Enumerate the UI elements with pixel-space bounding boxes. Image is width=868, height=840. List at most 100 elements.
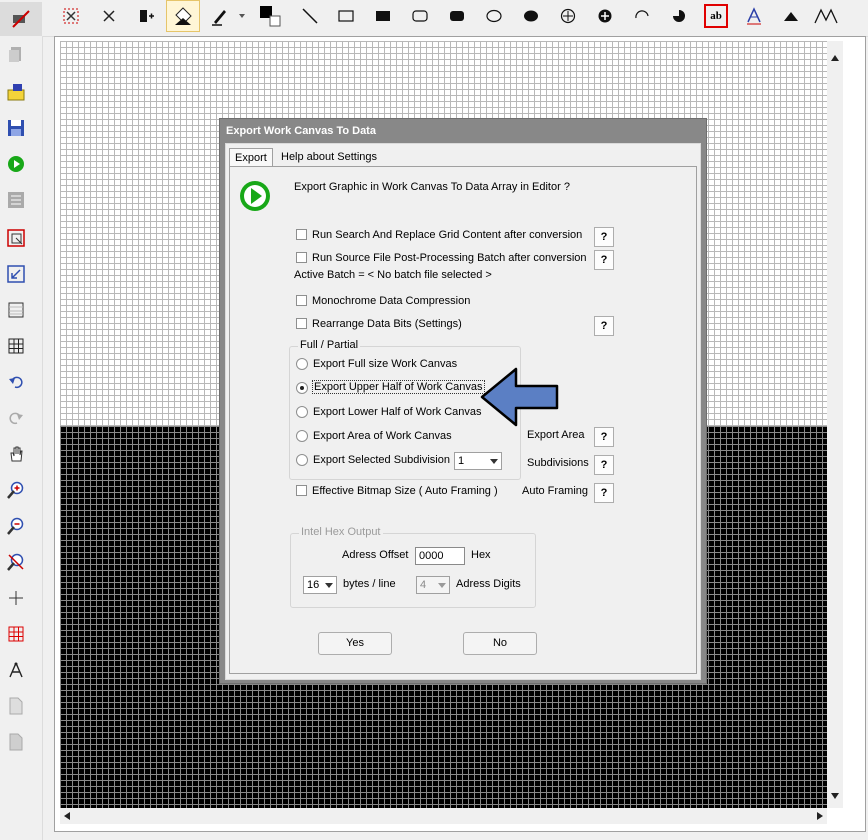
insert-text-icon[interactable]	[132, 2, 160, 30]
dialog-body: Export Help about Settings Export Graphi…	[225, 143, 701, 680]
bytes-per-line-value: 16	[307, 579, 320, 591]
address-digits-value: 4	[420, 579, 427, 591]
scroll-left-icon[interactable]	[64, 812, 70, 820]
filled-circle-cross-icon[interactable]	[591, 2, 619, 30]
no-button[interactable]: No	[463, 632, 537, 655]
subdivision-value: 1	[458, 455, 465, 467]
vertical-scrollbar[interactable]	[827, 41, 843, 808]
color-swap-icon[interactable]	[256, 2, 284, 30]
rectangle-icon[interactable]	[332, 2, 360, 30]
rounded-rectangle-icon[interactable]	[406, 2, 434, 30]
radio-full-size-label: Export Full size Work Canvas	[313, 358, 458, 370]
address-digits-label: Adress Digits	[456, 578, 521, 590]
export-dialog: Export Work Canvas To Data Export Help a…	[219, 118, 707, 684]
page-blank-icon[interactable]	[4, 730, 28, 754]
yes-button[interactable]: Yes	[318, 632, 392, 655]
copy-icon[interactable]	[4, 42, 28, 66]
transform-icon[interactable]	[4, 262, 28, 286]
table-icon[interactable]	[4, 334, 28, 358]
export-tab-panel: Export Graphic in Work Canvas To Data Ar…	[229, 166, 697, 674]
font-icon[interactable]	[740, 2, 768, 30]
annotation-arrow-icon	[479, 366, 561, 428]
address-digits-select[interactable]: 4	[416, 576, 450, 594]
polyline-icon[interactable]	[812, 2, 840, 30]
pen-icon[interactable]	[207, 2, 235, 30]
undo-icon[interactable]	[4, 370, 28, 394]
chevron-down-icon[interactable]	[235, 2, 249, 30]
pie-icon[interactable]	[665, 2, 693, 30]
scroll-up-icon[interactable]	[831, 55, 839, 61]
page-icon[interactable]	[4, 694, 28, 718]
hand-icon[interactable]	[4, 442, 28, 466]
resize-icon[interactable]	[4, 226, 28, 250]
zoom-in-icon[interactable]	[4, 478, 28, 502]
monochrome-checkbox[interactable]	[296, 295, 307, 306]
filled-rectangle-icon[interactable]	[369, 2, 397, 30]
triangle-icon[interactable]	[777, 2, 805, 30]
filled-rounded-rectangle-icon[interactable]	[443, 2, 471, 30]
zoom-out-icon[interactable]	[4, 514, 28, 538]
radio-lower-half-label: Export Lower Half of Work Canvas	[313, 406, 482, 418]
subdivision-select[interactable]: 1	[454, 452, 502, 470]
redo-icon[interactable]	[4, 406, 28, 430]
bytes-per-line-select[interactable]: 16	[303, 576, 337, 594]
side-toolbar	[0, 2, 43, 840]
tab-help-settings[interactable]: Help about Settings	[276, 148, 382, 166]
active-batch-label: Active Batch = < No batch file selected …	[294, 269, 492, 281]
ellipse-icon[interactable]	[480, 2, 508, 30]
help-post-processing-button[interactable]: ?	[594, 250, 614, 270]
run-icon	[238, 179, 272, 213]
help-search-replace-button[interactable]: ?	[594, 227, 614, 247]
scroll-down-icon[interactable]	[831, 793, 839, 799]
address-offset-label: Adress Offset	[342, 549, 409, 561]
subdivisions-label: Subdivisions	[527, 457, 589, 469]
open-folder-icon[interactable]	[4, 80, 28, 104]
save-icon[interactable]	[4, 116, 28, 140]
text-ab-label: ab	[710, 10, 722, 22]
circle-cross-icon[interactable]	[554, 2, 582, 30]
filled-ellipse-icon[interactable]	[517, 2, 545, 30]
help-export-area-button[interactable]: ?	[594, 427, 614, 447]
address-offset-input[interactable]: 0000	[415, 547, 465, 565]
chevron-down-icon	[325, 583, 333, 588]
effective-bitmap-label: Effective Bitmap Size ( Auto Framing )	[312, 485, 498, 497]
radio-subdivision[interactable]	[296, 454, 308, 466]
chevron-down-icon	[490, 459, 498, 464]
search-replace-label: Run Search And Replace Grid Content afte…	[312, 229, 583, 241]
radio-upper-half[interactable]	[296, 382, 308, 394]
monochrome-label: Monochrome Data Compression	[312, 295, 471, 307]
grid-icon[interactable]	[4, 298, 28, 322]
radio-area[interactable]	[296, 430, 308, 442]
help-subdivisions-button[interactable]: ?	[594, 455, 614, 475]
radio-lower-half[interactable]	[296, 406, 308, 418]
effective-bitmap-checkbox[interactable]	[296, 485, 307, 496]
horizontal-scrollbar[interactable]	[60, 808, 827, 824]
help-auto-framing-button[interactable]: ?	[594, 483, 614, 503]
export-run-icon[interactable]	[4, 152, 28, 176]
zoom-cancel-icon[interactable]	[4, 550, 28, 574]
line-icon[interactable]	[296, 2, 324, 30]
scroll-right-icon[interactable]	[817, 812, 823, 820]
fill-icon[interactable]	[166, 0, 200, 32]
text-ab-icon[interactable]: ab	[704, 4, 728, 28]
radio-full-size[interactable]	[296, 358, 308, 370]
post-processing-label: Run Source File Post-Processing Batch af…	[312, 252, 587, 264]
rearrange-checkbox[interactable]	[296, 318, 307, 329]
rearrange-label: Rearrange Data Bits (Settings)	[312, 318, 462, 330]
help-rearrange-button[interactable]: ?	[594, 316, 614, 336]
compass-icon[interactable]	[4, 658, 28, 682]
tab-export[interactable]: Export	[229, 148, 273, 167]
post-processing-checkbox[interactable]	[296, 252, 307, 263]
cross-icon[interactable]	[95, 2, 123, 30]
import-icon[interactable]	[4, 188, 28, 212]
full-partial-title: Full / Partial	[298, 339, 361, 351]
select-region-icon[interactable]	[57, 2, 85, 30]
search-replace-checkbox[interactable]	[296, 229, 307, 240]
red-grid-icon[interactable]	[4, 622, 28, 646]
main-toolbar: ab	[0, 0, 868, 37]
crosshair-icon[interactable]	[4, 586, 28, 610]
arc-icon[interactable]	[628, 2, 656, 30]
intel-hex-title: Intel Hex Output	[299, 526, 383, 538]
clear-icon[interactable]	[0, 2, 42, 36]
chevron-down-icon	[438, 583, 446, 588]
